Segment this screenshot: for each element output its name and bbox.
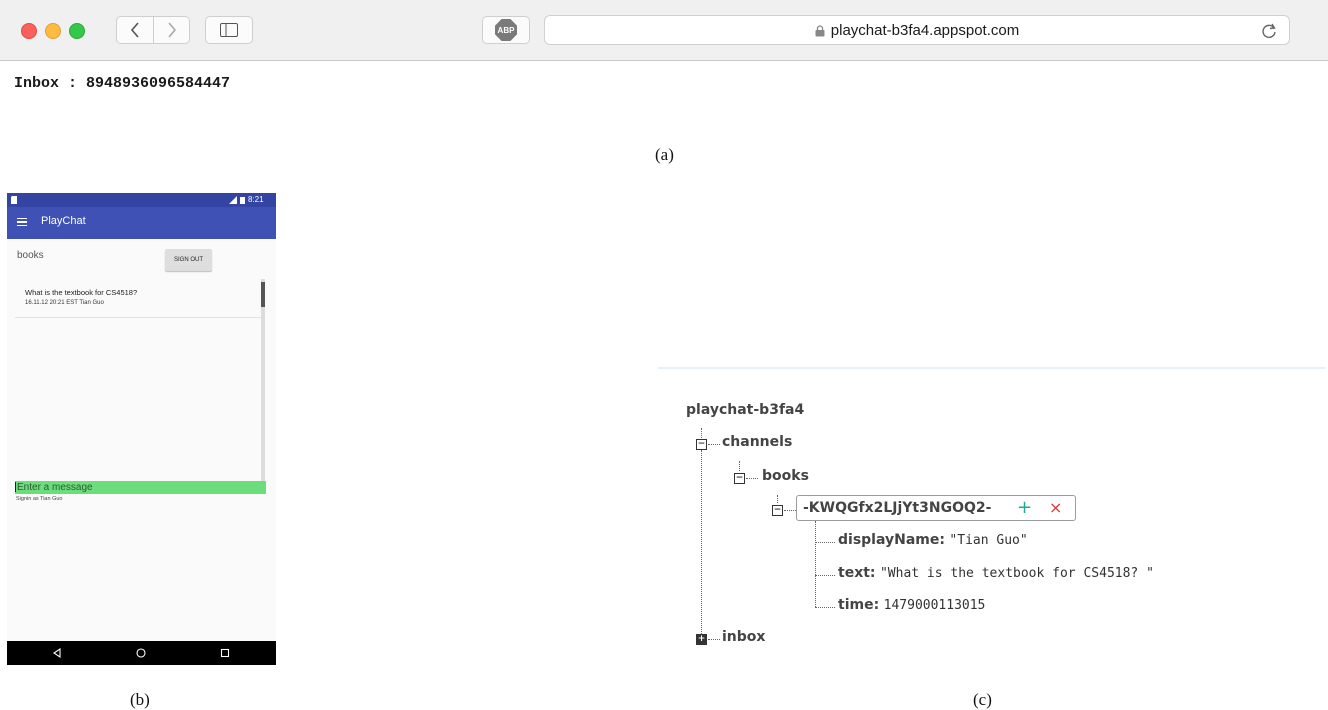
tree-connector <box>815 607 835 608</box>
tree-node-books[interactable]: books <box>762 468 809 484</box>
tree-connector <box>777 495 778 503</box>
field-displayname[interactable]: displayName: "Tian Guo" <box>838 532 1028 548</box>
collapse-message-button[interactable]: − <box>772 505 783 516</box>
collapse-books-button[interactable]: − <box>734 473 745 484</box>
tree-connector <box>815 521 816 607</box>
tree-root-label: playchat-b3fa4 <box>686 402 805 418</box>
tree-connector <box>701 450 702 634</box>
tree-connector <box>708 639 720 640</box>
expand-inbox-button[interactable]: + <box>696 634 707 645</box>
field-value: 1479000113015 <box>883 598 986 613</box>
caption-c: (c) <box>973 690 992 709</box>
message-key-label: -KWQGfx2LJjYt3NGOQ2- <box>803 500 992 516</box>
tree-connector <box>708 444 720 445</box>
tree-node-inbox[interactable]: inbox <box>722 629 765 645</box>
tree-connector <box>739 461 740 471</box>
field-key: text: <box>838 565 876 581</box>
field-key: time: <box>838 597 880 613</box>
add-child-button[interactable]: + <box>1017 497 1032 518</box>
field-text[interactable]: text: "What is the textbook for CS4518? … <box>838 565 1154 581</box>
field-time[interactable]: time: 1479000113015 <box>838 597 985 613</box>
field-key: displayName: <box>838 532 945 548</box>
tree-connector <box>701 428 702 438</box>
tree-node-channels[interactable]: channels <box>722 434 792 450</box>
tree-connector <box>746 478 758 479</box>
tree-connector <box>784 510 796 511</box>
field-value: "Tian Guo" <box>949 533 1028 548</box>
tree-connector <box>815 575 835 576</box>
collapse-channels-button[interactable]: − <box>696 439 707 450</box>
tree-connector <box>815 542 835 543</box>
delete-node-button[interactable]: × <box>1049 498 1062 517</box>
firebase-data-tree: playchat-b3fa4 − channels − books − -KWQ… <box>0 0 1328 708</box>
message-key-node[interactable]: -KWQGfx2LJjYt3NGOQ2- + × <box>796 495 1076 521</box>
field-value: "What is the textbook for CS4518? " <box>879 566 1154 581</box>
